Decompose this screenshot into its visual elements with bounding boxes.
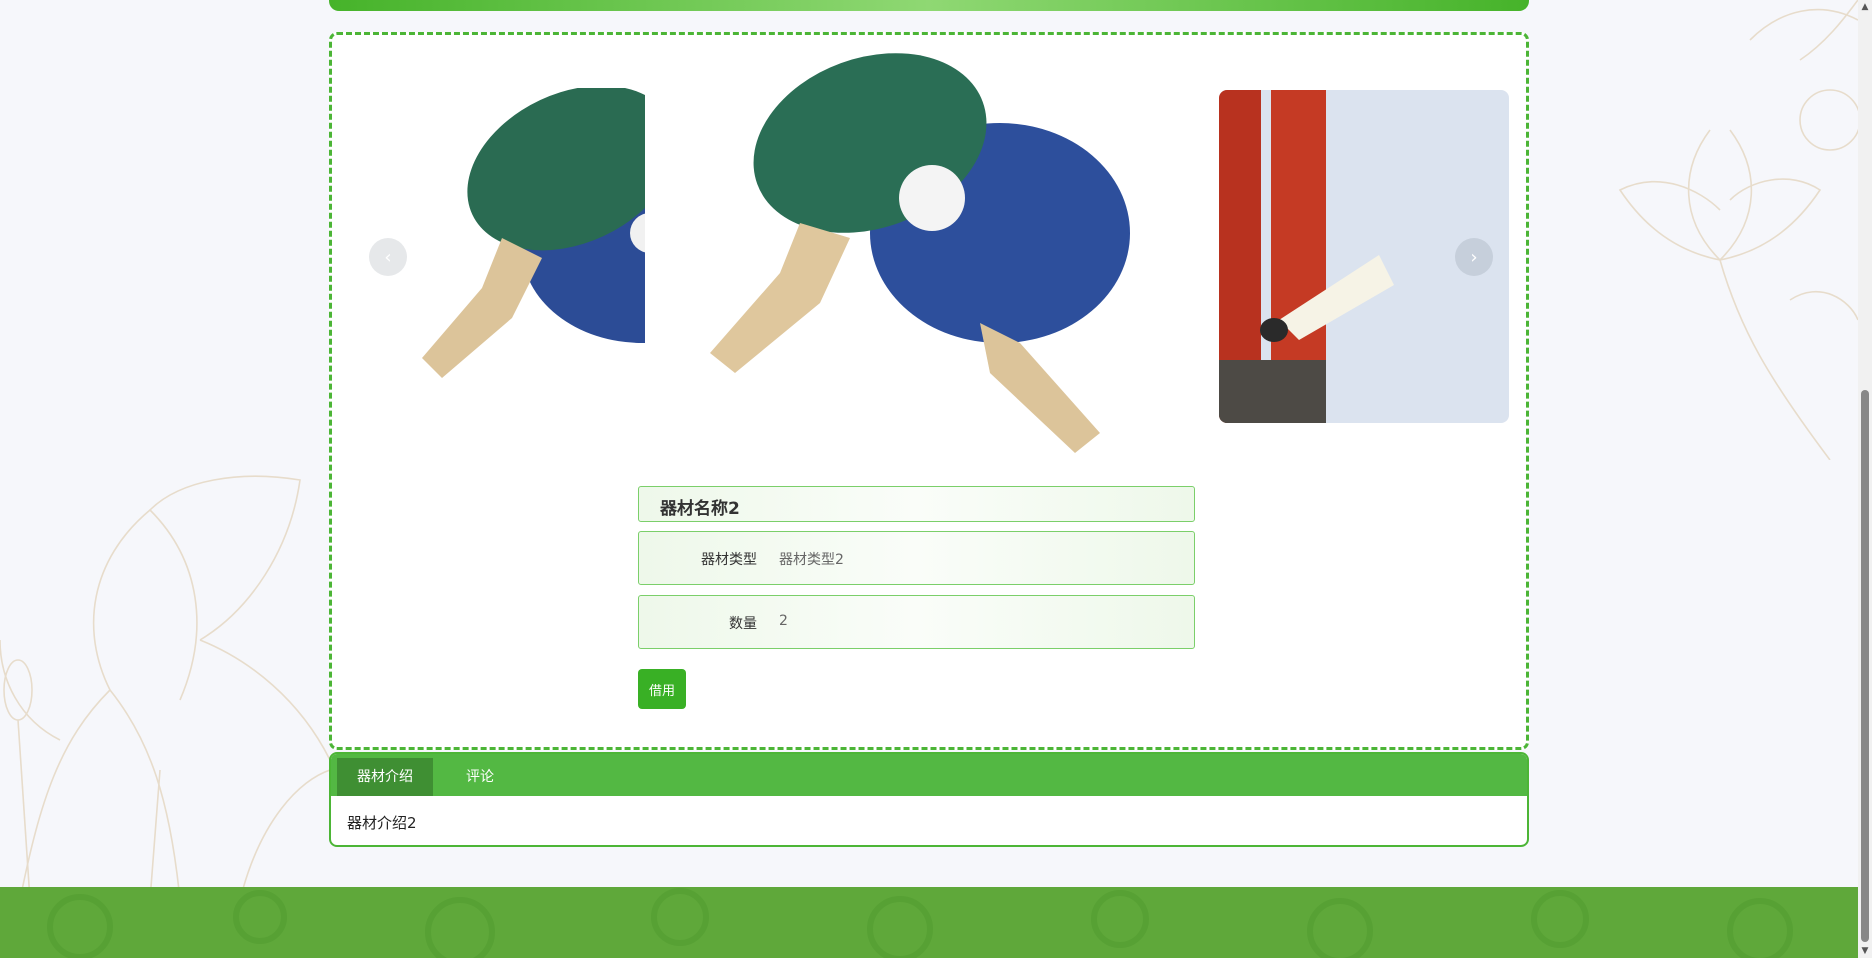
carousel-next-button[interactable]: › — [1455, 238, 1493, 276]
product-name: 器材名称2 — [660, 499, 740, 519]
tab-comments[interactable]: 评论 — [445, 758, 515, 796]
footer-pattern — [47, 888, 1793, 958]
paddle-image — [710, 53, 1130, 453]
product-detail-card: ‹ › 器材名称2 器材类型 器材类型2 数量 2 借用 — [329, 32, 1529, 750]
top-banner-bar — [329, 0, 1529, 11]
borrow-button[interactable]: 借用 — [638, 669, 686, 709]
chevron-left-icon: ‹ — [384, 246, 392, 268]
product-type-row: 器材类型 器材类型2 — [638, 531, 1195, 585]
scroll-down-arrow-icon[interactable]: ▼ — [1858, 944, 1872, 958]
tab-bar: 器材介绍 评论 — [331, 754, 1527, 796]
scroll-thumb[interactable] — [1861, 390, 1869, 942]
lotus-decoration-right — [1618, 0, 1858, 460]
product-quantity-label: 数量 — [729, 616, 757, 632]
tabs-panel: 器材介绍 评论 器材介绍2 — [329, 752, 1529, 847]
page-footer — [0, 887, 1858, 958]
chevron-right-icon: › — [1470, 246, 1478, 268]
tab-content-text: 器材介绍2 — [347, 814, 417, 832]
product-type-label: 器材类型 — [701, 552, 757, 568]
carousel-slide-prev[interactable] — [392, 88, 645, 423]
lotus-decoration-left — [0, 475, 330, 900]
carousel-prev-button[interactable]: ‹ — [369, 238, 407, 276]
product-quantity-row: 数量 2 — [638, 595, 1195, 649]
paddle-image — [422, 88, 645, 378]
product-name-row: 器材名称2 — [638, 486, 1195, 522]
carousel-slide-active[interactable] — [680, 53, 1150, 473]
vertical-scrollbar[interactable]: ▲ ▼ — [1858, 0, 1872, 958]
product-quantity-value: 2 — [779, 613, 788, 629]
tab-introduction[interactable]: 器材介绍 — [337, 758, 433, 796]
product-type-value: 器材类型2 — [779, 552, 844, 568]
scroll-up-arrow-icon[interactable]: ▲ — [1858, 0, 1872, 14]
